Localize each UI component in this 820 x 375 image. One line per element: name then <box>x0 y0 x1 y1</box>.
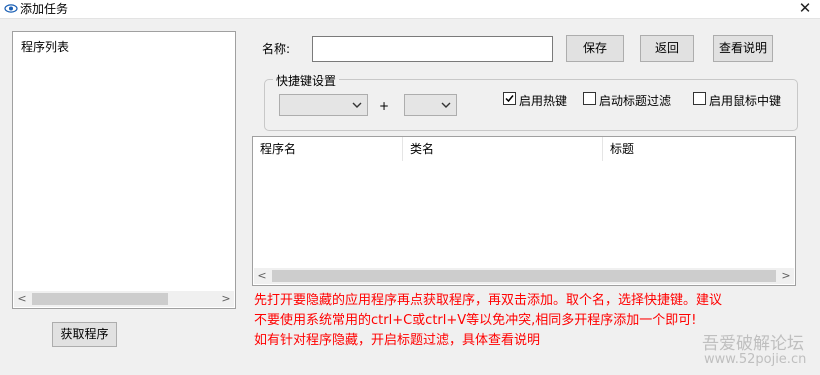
program-table[interactable]: 程序名 类名 标题 < > <box>252 136 796 286</box>
program-list-scrollbar[interactable]: < > <box>14 291 234 307</box>
window-title: 添加任务 <box>20 2 69 16</box>
save-button[interactable]: 保存 <box>566 35 624 62</box>
instruction-line-3: 如有针对程序隐藏，开启标题过滤，具体查看说明 <box>254 333 541 348</box>
back-button[interactable]: 返回 <box>640 35 694 62</box>
checkmark-icon <box>505 95 514 103</box>
watermark-title: 吾爱破解论坛 <box>702 334 804 354</box>
scroll-left-icon[interactable]: < <box>254 268 270 284</box>
plus-label: + <box>379 99 390 113</box>
view-help-button[interactable]: 查看说明 <box>713 35 773 62</box>
watermark-url: www.52pojie.cn <box>704 352 807 367</box>
instruction-line-1: 先打开要隐藏的应用程序再点获取程序，再双击添加。取个名，选择快捷键。建议 <box>254 293 723 308</box>
chevron-down-icon <box>352 102 362 108</box>
hotkey-settings-title: 快捷键设置 <box>273 72 340 89</box>
name-label: 名称: <box>262 42 291 56</box>
title-bar: 添加任务 ✕ <box>0 0 820 19</box>
table-scrollbar[interactable]: < > <box>254 268 794 284</box>
key-select[interactable] <box>404 94 457 116</box>
enable-hotkey-checkbox[interactable] <box>503 92 516 105</box>
title-filter-label[interactable]: 启动标题过滤 <box>599 92 671 109</box>
instruction-line-2: 不要使用系统常用的ctrl+C或ctrl+V等以免冲突,相同多开程序添加一个即可… <box>254 313 697 328</box>
column-header-class-name[interactable]: 类名 <box>403 137 603 161</box>
scroll-right-icon[interactable]: > <box>218 291 234 307</box>
name-input[interactable] <box>312 36 553 62</box>
scroll-left-icon[interactable]: < <box>14 291 30 307</box>
modifier-select[interactable] <box>279 94 368 116</box>
get-programs-button[interactable]: 获取程序 <box>52 322 117 347</box>
column-header-title[interactable]: 标题 <box>603 137 795 161</box>
scroll-thumb[interactable] <box>272 270 776 282</box>
eye-icon <box>4 4 18 13</box>
middle-click-label[interactable]: 启用鼠标中键 <box>709 92 781 109</box>
middle-click-checkbox[interactable] <box>693 92 706 105</box>
column-header-program-name[interactable]: 程序名 <box>253 137 403 161</box>
enable-hotkey-label[interactable]: 启用热键 <box>519 92 567 109</box>
close-icon[interactable]: ✕ <box>796 0 814 18</box>
chevron-down-icon <box>441 102 451 108</box>
program-list[interactable]: 程序列表 < > <box>12 31 236 309</box>
scroll-right-icon[interactable]: > <box>778 268 794 284</box>
title-filter-checkbox[interactable] <box>583 92 596 105</box>
scroll-thumb[interactable] <box>32 293 168 305</box>
program-list-label: 程序列表 <box>21 40 70 54</box>
